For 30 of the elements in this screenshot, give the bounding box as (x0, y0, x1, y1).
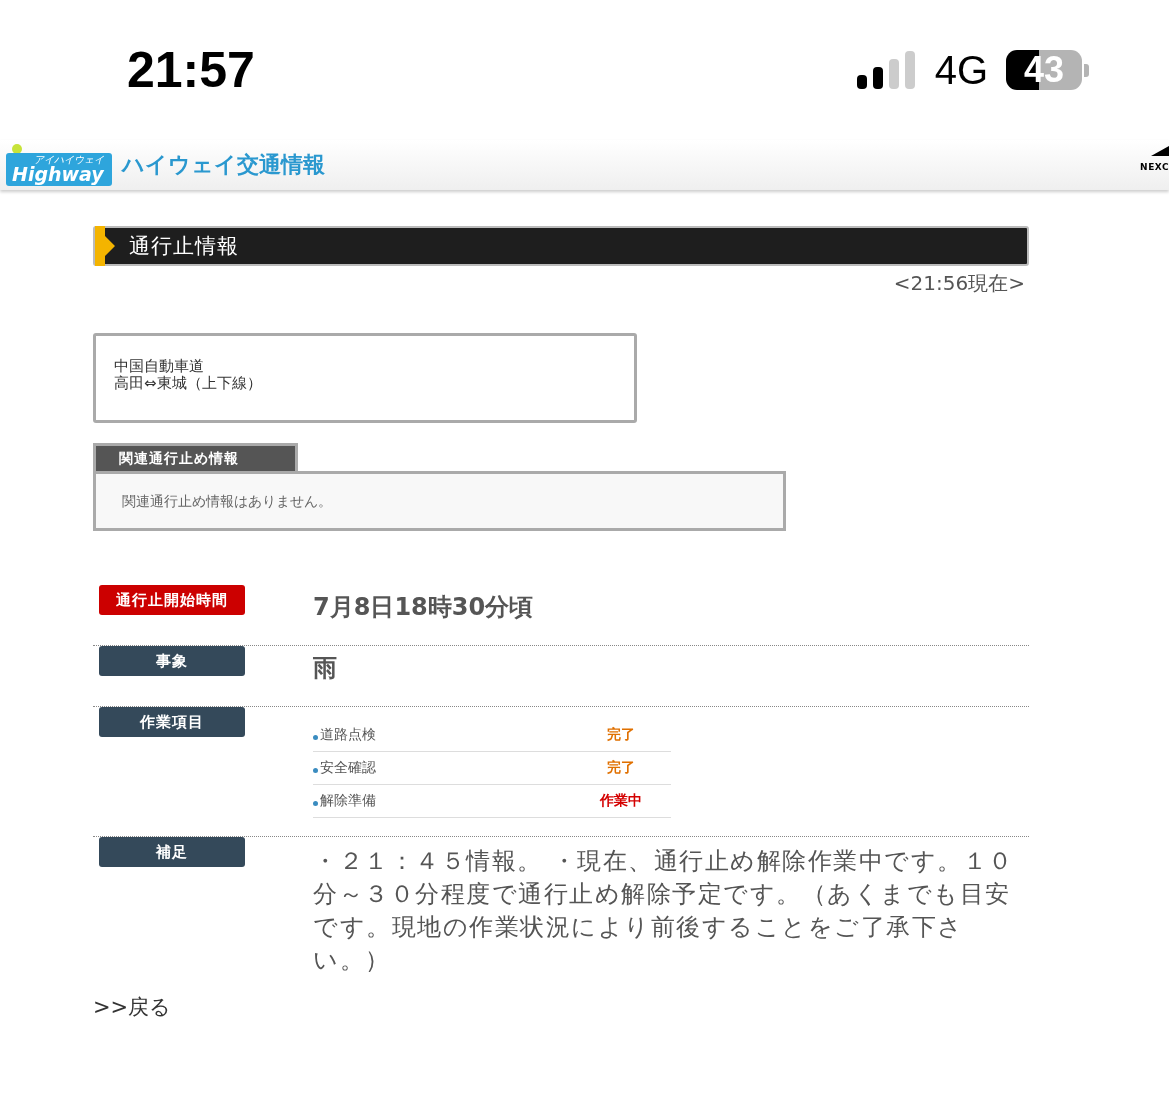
task-status: 完了 (606, 726, 636, 744)
road-name: 中国自動車道 (114, 358, 205, 375)
note-text: ・２１：４５情報。 ・現在、通行止め解除作業中です。１０分～３０分程度で通行止め解除予定です。（あくまでも目安です。現地の作業状況により前後することをご了承下さい。） (313, 846, 1015, 976)
page-title: 通行止情報 (129, 233, 239, 260)
route-section: 高田⇔東城（上下線） (114, 375, 616, 392)
battery-tip (1084, 63, 1089, 77)
triangle-icon (1151, 146, 1169, 156)
task-status: 完了 (606, 759, 636, 777)
related-message: 関連通行止め情報はありません。 (122, 493, 332, 509)
field-value: 雨 (313, 653, 337, 684)
network-type: 4G (934, 47, 988, 93)
timestamp: <21:56現在> (892, 270, 1026, 297)
signal-icon (856, 51, 915, 89)
arrow-icon (95, 226, 117, 266)
task-status: 作業中 (598, 792, 643, 810)
site-title: ハイウェイ交通情報 (121, 151, 325, 179)
bullet-icon (313, 735, 318, 740)
field-label: 通行止開始時間 (99, 585, 245, 615)
field-value: 7月8日18時30分頃 (313, 592, 534, 623)
task-name: 道路点検 (320, 726, 377, 744)
partner-logo[interactable]: NEXC (1140, 162, 1169, 172)
field-label: 作業項目 (99, 707, 245, 737)
back-link[interactable]: >>戻る (93, 993, 172, 1021)
bullet-icon (313, 768, 318, 773)
task-name: 安全確認 (320, 759, 377, 777)
task-name: 解除準備 (320, 792, 377, 810)
clock-time: 21:57 (127, 41, 256, 99)
bullet-icon (313, 801, 318, 806)
field-label: 補足 (99, 837, 245, 867)
field-label: 事象 (99, 646, 245, 676)
